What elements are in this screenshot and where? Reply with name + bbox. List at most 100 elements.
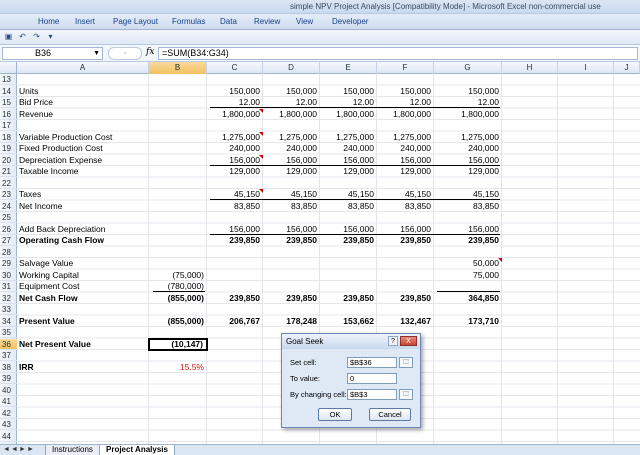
range-select-icon[interactable]: ⬚ [399,389,413,400]
cell-d27[interactable]: 239,850 [263,235,320,246]
cell-b38[interactable]: 15.5% [149,362,207,373]
row-header[interactable]: 39 [0,373,17,384]
tab-view[interactable]: View [296,17,313,26]
help-icon[interactable]: ? [388,336,398,346]
cell-c34[interactable]: 206,767 [207,316,263,327]
column-header-i[interactable]: I [558,62,614,74]
row-header[interactable]: 24 [0,201,17,212]
row-header[interactable]: 14 [0,86,17,97]
row-header[interactable]: 18 [0,132,17,143]
row-header[interactable]: 42 [0,408,17,419]
tab-review[interactable]: Review [254,17,280,26]
cell-g14[interactable]: 150,000 [434,86,502,97]
cell-c18[interactable]: 1,275,000 [207,131,263,143]
range-select-icon[interactable]: ⬚ [399,357,413,368]
cell-b34[interactable]: (855,000) [149,316,207,327]
cancel-button[interactable]: Cancel [369,408,411,421]
cell-d18[interactable]: 1,275,000 [263,132,320,143]
cell-a16[interactable]: Revenue [17,109,149,120]
cell-f16[interactable]: 1,800,000 [377,109,434,120]
to-value-input[interactable]: 0 [347,373,397,384]
cell-f21[interactable]: 129,000 [377,166,434,177]
row-header[interactable]: 32 [0,293,17,304]
row-header[interactable]: 41 [0,396,17,407]
active-cell-b36[interactable]: (10,147) [148,337,208,351]
cell-a23[interactable]: Taxes [17,189,149,200]
chevron-down-icon[interactable]: ▼ [93,48,100,59]
row-header[interactable]: 23 [0,189,17,200]
tab-formulas[interactable]: Formulas [172,17,205,26]
formula-expand-icon[interactable]: ◦ [108,47,142,60]
cell-c24[interactable]: 83,850 [207,201,263,212]
row-header[interactable]: 28 [0,247,17,258]
cell-a20[interactable]: Depreciation Expense [17,155,149,166]
formula-input[interactable]: =SUM(B34:G34) [158,47,638,60]
cell-a31[interactable]: Equipment Cost [17,281,149,292]
row-header[interactable]: 43 [0,419,17,430]
sheet-tab-instructions[interactable]: Instructions [45,445,100,455]
row-header[interactable]: 19 [0,143,17,154]
cell-g30[interactable]: 75,000 [434,270,502,281]
cell-f32[interactable]: 239,850 [377,293,434,304]
row-header[interactable]: 38 [0,362,17,373]
next-sheet-icon[interactable]: ► [19,446,26,453]
cell-e21[interactable]: 129,000 [320,166,377,177]
prev-sheet-icon[interactable]: ◄ [11,446,18,453]
cell-d14[interactable]: 150,000 [263,86,320,97]
cell-g34[interactable]: 173,710 [434,316,502,327]
cell-a29[interactable]: Salvage Value [17,258,149,269]
undo-icon[interactable]: ↶ [17,32,28,42]
column-header-b[interactable]: B [149,62,207,74]
cell-c14[interactable]: 150,000 [207,86,263,97]
ok-button[interactable]: OK [318,408,352,421]
cell-e14[interactable]: 150,000 [320,86,377,97]
row-header[interactable]: 17 [0,120,17,131]
first-sheet-icon[interactable]: ◄ [3,446,10,453]
column-header-e[interactable]: E [320,62,377,74]
row-header[interactable]: 15 [0,97,17,108]
cell-a36[interactable]: Net Present Value [17,339,149,350]
row-header[interactable]: 29 [0,258,17,269]
row-header[interactable]: 22 [0,178,17,189]
row-header[interactable]: 31 [0,281,17,292]
cell-a19[interactable]: Fixed Production Cost [17,143,149,154]
cell-e27[interactable]: 239,850 [320,235,377,246]
cell-d21[interactable]: 129,000 [263,166,320,177]
cell-c32[interactable]: 239,850 [207,293,263,304]
cell-g19[interactable]: 240,000 [434,143,502,154]
cell-a26[interactable]: Add Back Depreciation [17,224,149,235]
row-header[interactable]: 20 [0,155,17,166]
cell-g24[interactable]: 83,850 [434,201,502,212]
column-header-a[interactable]: A [17,62,149,74]
cell-a38[interactable]: IRR [17,362,149,373]
cell-e19[interactable]: 240,000 [320,143,377,154]
row-header[interactable]: 26 [0,224,17,235]
cell-f19[interactable]: 240,000 [377,143,434,154]
cell-c27[interactable]: 239,850 [207,235,263,246]
cell-g21[interactable]: 129,000 [434,166,502,177]
cell-a15[interactable]: Bid Price [17,97,149,108]
row-header[interactable]: 40 [0,385,17,396]
cell-g18[interactable]: 1,275,000 [434,132,502,143]
close-icon[interactable]: X [400,336,417,346]
name-box[interactable]: B36 ▼ [2,47,103,60]
tab-developer[interactable]: Developer [332,17,368,26]
row-header[interactable]: 27 [0,235,17,246]
select-all-corner[interactable] [0,62,17,74]
cell-g29[interactable]: 50,000 [434,258,502,269]
cell-f18[interactable]: 1,275,000 [377,132,434,143]
cell-d19[interactable]: 240,000 [263,143,320,154]
row-header[interactable]: 37 [0,350,17,361]
cell-d32[interactable]: 239,850 [263,293,320,304]
tab-insert[interactable]: Insert [75,17,95,26]
cell-e32[interactable]: 239,850 [320,293,377,304]
column-header-j[interactable]: J [614,62,640,74]
column-header-d[interactable]: D [263,62,320,74]
cell-a14[interactable]: Units [17,86,149,97]
row-header[interactable]: 34 [0,316,17,327]
cell-g16[interactable]: 1,800,000 [434,109,502,120]
row-header[interactable]: 30 [0,270,17,281]
cell-f34[interactable]: 132,467 [377,316,434,327]
row-header[interactable]: 33 [0,304,17,315]
redo-icon[interactable]: ↷ [31,32,42,42]
